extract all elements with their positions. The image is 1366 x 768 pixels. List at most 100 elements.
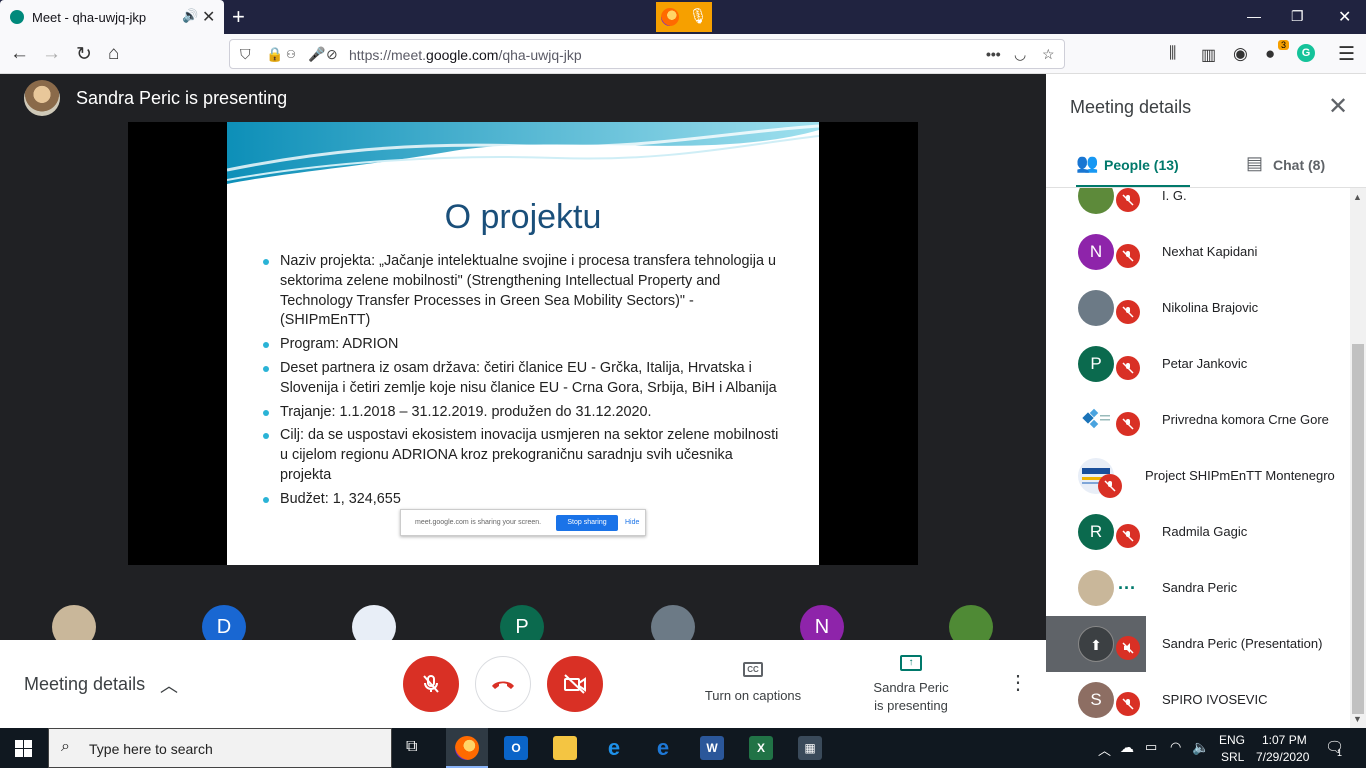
avatar: R — [1078, 514, 1114, 550]
participant-row[interactable]: Privredna komora Crne Gore — [1046, 392, 1350, 448]
camera-off-icon — [564, 674, 586, 694]
present-screen-icon[interactable]: ↑ — [900, 655, 922, 671]
participant-row[interactable]: N Nexhat Kapidani — [1046, 224, 1350, 280]
lock-icon[interactable]: 🔒 — [266, 46, 283, 63]
chevron-up-icon[interactable]: ︿ — [160, 672, 178, 698]
url-bar[interactable]: ⛉ 🔒 ⚇ 🎤 ⊘ https://meet.google.com/qha-uw… — [229, 39, 1065, 69]
extension-icon[interactable]: ● — [1265, 44, 1275, 64]
wifi-icon[interactable]: ◠ — [1170, 739, 1181, 755]
reload-icon[interactable]: ↻ — [76, 43, 92, 66]
meeting-details-panel: Meeting details ✕ 👥 People (13) ▤ Chat (… — [1046, 74, 1366, 728]
captions-button[interactable]: Turn on captions — [701, 688, 805, 703]
restore-window-icon[interactable]: ❐ — [1291, 8, 1304, 25]
edge-icon[interactable]: e — [651, 736, 675, 760]
participant-row[interactable]: S SPIRO IVOSEVIC — [1046, 672, 1350, 728]
internet-explorer-icon[interactable]: e — [602, 736, 626, 760]
presenting-status-line2[interactable]: is presenting — [860, 698, 962, 713]
participant-row[interactable]: P Petar Jankovic — [1046, 336, 1350, 392]
outlook-icon[interactable]: O — [504, 736, 528, 760]
participant-row[interactable]: ··· Sandra Peric — [1046, 560, 1350, 616]
volume-icon[interactable]: 🔈 — [1192, 739, 1209, 756]
forward-icon[interactable]: → — [42, 43, 61, 65]
unmute-microphone-button[interactable] — [403, 656, 459, 712]
mic-muted-icon — [1116, 636, 1140, 660]
more-options-icon[interactable]: ⋮ — [1008, 670, 1028, 695]
taskbar-search-box[interactable]: ⌕ Type here to search — [48, 728, 392, 768]
avatar: ⬆ — [1078, 626, 1114, 662]
participant-name: Nexhat Kapidani — [1162, 244, 1258, 259]
mic-permission-icon[interactable]: 🎤 — [308, 46, 325, 63]
browser-tab[interactable]: Meet - qha-uwjq-jkp 🔊 ✕ — [0, 0, 224, 34]
shield-icon[interactable]: ⛉ — [240, 46, 251, 63]
participant-row[interactable]: Nikolina Brajovic — [1046, 280, 1350, 336]
menu-icon[interactable]: ☰ — [1338, 43, 1355, 66]
grammarly-icon[interactable]: G — [1297, 44, 1315, 62]
screen-sharing-bar: meet.google.com is sharing your screen. … — [400, 509, 646, 536]
participant-name: I. G. — [1162, 188, 1187, 203]
account-icon[interactable]: ◉ — [1233, 44, 1248, 64]
chamber-logo-icon — [1082, 408, 1110, 429]
presenting-status-line1[interactable]: Sandra Peric — [860, 680, 962, 695]
stop-sharing-button[interactable]: Stop sharing — [556, 515, 618, 531]
file-explorer-icon[interactable] — [553, 736, 577, 760]
browser-nav-bar: ← → ↻ ⌂ ⛉ 🔒 ⚇ 🎤 ⊘ https://meet.google.co… — [0, 34, 1366, 74]
captions-icon[interactable]: CC — [743, 662, 763, 677]
bookmark-star-icon[interactable]: ☆ — [1042, 46, 1055, 63]
sharing-indicator[interactable]: 🎙 — [656, 2, 712, 32]
notification-count: 1 — [1337, 748, 1343, 758]
new-tab-button[interactable]: + — [232, 4, 245, 30]
turn-on-camera-button[interactable] — [547, 656, 603, 712]
tab-close-icon[interactable]: ✕ — [202, 7, 215, 27]
permissions-icon[interactable]: ⚇ — [286, 48, 296, 61]
page-actions-icon[interactable]: ••• — [986, 46, 1001, 62]
leave-call-button[interactable] — [475, 656, 531, 712]
avatar: S — [1078, 682, 1114, 718]
battery-icon[interactable]: ▭ — [1145, 739, 1157, 755]
people-scrollbar[interactable]: ▲ ▼ — [1350, 188, 1366, 728]
participant-row[interactable]: I. G. — [1046, 188, 1350, 224]
avatar — [1078, 402, 1114, 438]
hide-button[interactable]: Hide — [625, 519, 639, 526]
windows-start-icon[interactable] — [15, 740, 32, 757]
slide-bullet: Budžet: 1, 324,655 — [262, 490, 782, 510]
clock-time[interactable]: 1:07 PM — [1262, 733, 1307, 747]
keyboard-layout[interactable]: SRL — [1221, 750, 1244, 764]
tab-people[interactable]: 👥 People (13) — [1076, 153, 1206, 189]
tray-overflow-icon[interactable]: ︿ — [1098, 740, 1111, 759]
slide-bullet: Trajanje: 1.1.2018 – 31.12.2019. produže… — [262, 403, 782, 423]
reader-view-icon[interactable]: ▥ — [1201, 45, 1216, 65]
excel-icon[interactable]: X — [749, 736, 773, 760]
task-view-icon[interactable]: ⧉ — [406, 738, 417, 756]
close-window-icon[interactable]: ✕ — [1338, 7, 1351, 27]
pocket-icon[interactable]: ◡ — [1014, 46, 1026, 63]
tab-audio-icon[interactable]: 🔊 — [182, 8, 198, 24]
back-icon[interactable]: ← — [10, 43, 29, 65]
participant-row[interactable]: R Radmila Gagic — [1046, 504, 1350, 560]
slide-wave-decoration — [227, 122, 819, 184]
minimize-window-icon[interactable]: — — [1247, 8, 1261, 24]
avatar: P — [1078, 346, 1114, 382]
panel-title: Meeting details — [1070, 97, 1192, 117]
scroll-down-icon[interactable]: ▼ — [1353, 714, 1362, 724]
word-icon[interactable]: W — [700, 736, 724, 760]
library-icon[interactable]: ⫼ — [1169, 45, 1176, 63]
scrollbar-thumb[interactable] — [1352, 344, 1364, 714]
clock-date[interactable]: 7/29/2020 — [1256, 750, 1309, 764]
avatar: N — [1078, 234, 1114, 270]
home-icon[interactable]: ⌂ — [108, 43, 119, 65]
participant-row[interactable]: ⬆ Sandra Peric (Presentation) — [1046, 616, 1350, 672]
close-panel-icon[interactable]: ✕ — [1328, 92, 1348, 121]
avatar — [1078, 570, 1114, 606]
firefox-taskbar-button[interactable] — [446, 728, 488, 768]
language-code[interactable]: ENG — [1219, 733, 1245, 747]
slide-bullet: Program: ADRION — [262, 335, 782, 355]
calculator-icon[interactable]: ▦ — [798, 736, 822, 760]
browser-tab-bar: Meet - qha-uwjq-jkp 🔊 ✕ + 🎙 — ❐ ✕ — [0, 0, 1366, 34]
meeting-details-toggle[interactable]: Meeting details — [24, 674, 145, 695]
meet-favicon-icon — [10, 10, 24, 24]
scroll-up-icon[interactable]: ▲ — [1353, 192, 1362, 202]
camera-blocked-icon[interactable]: ⊘ — [326, 46, 338, 63]
participant-name: Petar Jankovic — [1162, 356, 1248, 371]
participant-row[interactable]: Project SHIPmEnTT Montenegro — [1046, 448, 1350, 504]
onedrive-icon[interactable]: ☁ — [1120, 739, 1134, 756]
